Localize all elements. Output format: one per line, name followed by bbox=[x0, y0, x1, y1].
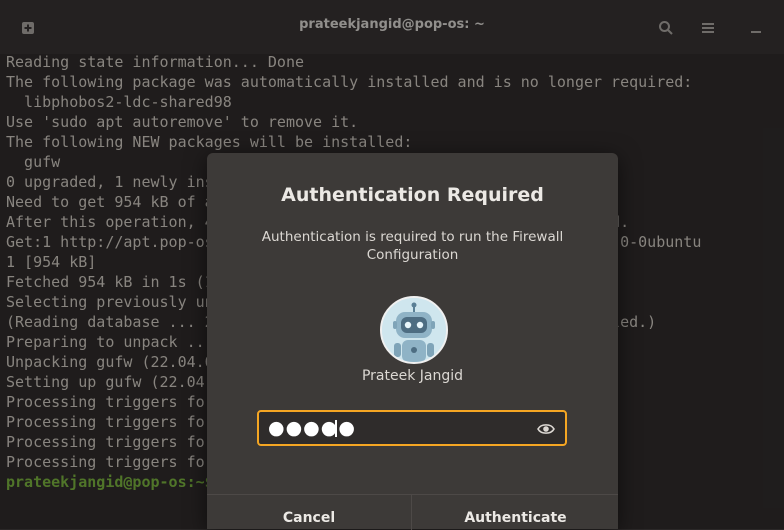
text-caret bbox=[335, 420, 337, 437]
password-mask: ●●●●● bbox=[268, 417, 356, 439]
show-password-icon[interactable] bbox=[537, 421, 555, 440]
dialog-button-row: Cancel Authenticate bbox=[207, 494, 618, 530]
authenticate-button[interactable]: Authenticate bbox=[413, 495, 618, 530]
user-avatar bbox=[380, 296, 448, 364]
dialog-message: Authentication is required to run the Fi… bbox=[261, 229, 564, 263]
user-name: Prateek Jangid bbox=[361, 368, 464, 384]
authentication-dialog: Authentication Required Authentication i… bbox=[207, 153, 618, 530]
password-input[interactable]: ●●●●● bbox=[257, 410, 567, 446]
dialog-title: Authentication Required bbox=[281, 184, 544, 206]
cancel-button[interactable]: Cancel bbox=[207, 495, 412, 530]
robot-avatar-icon bbox=[382, 298, 446, 362]
